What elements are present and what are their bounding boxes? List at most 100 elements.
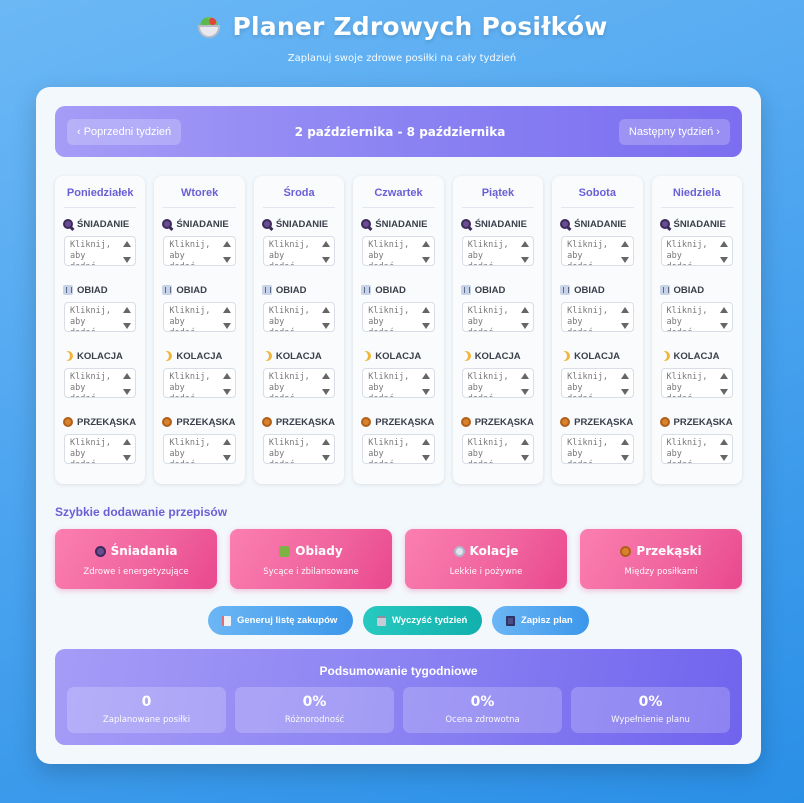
scroll-arrows-icon[interactable]	[421, 373, 430, 395]
day-column: WtorekŚNIADANIEKliknij, aby dodać...OBIA…	[154, 176, 245, 484]
scroll-arrows-icon[interactable]	[322, 307, 331, 329]
stat-label: Wypełnienie planu	[611, 715, 690, 725]
scroll-arrows-icon[interactable]	[719, 373, 728, 395]
meal-header: PRZEKĄSKA	[361, 415, 434, 429]
meal-input[interactable]: Kliknij, aby dodać...	[362, 434, 435, 464]
stat-plan-completion: 0% Wypełnienie planu	[571, 687, 730, 733]
meal-input[interactable]: Kliknij, aby dodać...	[163, 302, 236, 332]
scroll-arrows-icon[interactable]	[421, 307, 430, 329]
page-title: Planer Zdrowych Posiłków	[0, 12, 804, 41]
scroll-arrows-icon[interactable]	[222, 439, 231, 461]
snack-icon	[659, 417, 670, 427]
meal-header: OBIAD	[460, 283, 534, 297]
lunch-icon	[162, 285, 173, 295]
quick-add-dinner-button[interactable]: Kolacje Lekkie i pożywne	[405, 529, 567, 589]
meal-slot-breakfast: ŚNIADANIE Kliknij, aby dodać...	[162, 217, 236, 266]
meal-header: PRZEKĄSKA	[659, 415, 733, 429]
meal-input[interactable]: Kliknij, aby dodać...	[561, 368, 634, 398]
scroll-arrows-icon[interactable]	[521, 439, 530, 461]
week-navigation: ‹ Poprzedni tydzień 2 października - 8 p…	[55, 106, 742, 157]
save-plan-button[interactable]: Zapisz plan	[492, 606, 589, 635]
scroll-arrows-icon[interactable]	[421, 241, 430, 263]
scroll-arrows-icon[interactable]	[620, 373, 629, 395]
lunch-icon	[63, 285, 73, 295]
meal-input[interactable]: Kliknij, aby dodać...	[461, 368, 535, 398]
scroll-arrows-icon[interactable]	[719, 307, 728, 329]
meal-header: ŚNIADANIE	[460, 217, 534, 231]
meal-input[interactable]: Kliknij, aby dodać...	[163, 236, 236, 266]
meal-input[interactable]: Kliknij, aby dodać...	[461, 302, 535, 332]
day-name: Niedziela	[660, 176, 733, 208]
clear-week-button[interactable]: Wyczyść tydzień	[363, 606, 482, 635]
scroll-arrows-icon[interactable]	[322, 373, 331, 395]
lunch-icon	[361, 285, 372, 295]
scroll-arrows-icon[interactable]	[222, 241, 231, 263]
meal-input-placeholder: Kliknij, aby dodać...	[666, 438, 708, 463]
meal-input[interactable]: Kliknij, aby dodać...	[461, 236, 535, 266]
scroll-arrows-icon[interactable]	[421, 439, 430, 461]
meal-input-placeholder: Kliknij, aby dodać...	[567, 372, 609, 397]
meal-input[interactable]: Kliknij, aby dodać...	[163, 368, 236, 398]
meal-label: OBIAD	[375, 284, 406, 296]
scroll-arrows-icon[interactable]	[222, 307, 231, 329]
quick-add-lunch-button[interactable]: Obiady Sycące i zbilansowane	[230, 529, 392, 589]
meal-input[interactable]: Kliknij, aby dodać...	[163, 434, 236, 464]
meal-label: PRZEKĄSKA	[77, 416, 137, 428]
meal-input-placeholder: Kliknij, aby dodać...	[666, 306, 708, 331]
save-plan-label: Zapisz plan	[521, 615, 573, 626]
meal-label: ŚNIADANIE	[574, 218, 627, 230]
meal-input[interactable]: Kliknij, aby dodać...	[660, 368, 733, 398]
meal-input[interactable]: Kliknij, aby dodać...	[362, 368, 435, 398]
meal-input[interactable]: Kliknij, aby dodać...	[561, 434, 634, 464]
meal-input[interactable]: Kliknij, aby dodać...	[262, 434, 336, 464]
scroll-arrows-icon[interactable]	[123, 439, 132, 461]
meal-slot-dinner: KOLACJA Kliknij, aby dodać...	[461, 349, 535, 398]
day-column: ŚrodaŚNIADANIEKliknij, aby dodać...OBIAD…	[253, 176, 345, 484]
scroll-arrows-icon[interactable]	[222, 373, 231, 395]
scroll-arrows-icon[interactable]	[322, 241, 331, 263]
meal-input[interactable]: Kliknij, aby dodać...	[64, 434, 137, 464]
meal-slot-dinner: KOLACJA Kliknij, aby dodać...	[163, 349, 236, 398]
scroll-arrows-icon[interactable]	[123, 373, 132, 395]
prev-week-button[interactable]: ‹ Poprzedni tydzień	[67, 118, 182, 145]
meal-input[interactable]: Kliknij, aby dodać...	[64, 236, 137, 266]
meal-input[interactable]: Kliknij, aby dodać...	[262, 236, 336, 266]
meal-header: PRZEKĄSKA	[63, 415, 136, 429]
scroll-arrows-icon[interactable]	[123, 307, 132, 329]
meal-input[interactable]: Kliknij, aby dodać...	[64, 368, 137, 398]
scroll-arrows-icon[interactable]	[620, 307, 629, 329]
meal-input[interactable]: Kliknij, aby dodać...	[660, 434, 733, 464]
meal-input[interactable]: Kliknij, aby dodać...	[362, 236, 435, 266]
scroll-arrows-icon[interactable]	[521, 373, 530, 395]
meal-input[interactable]: Kliknij, aby dodać...	[660, 236, 733, 266]
scroll-arrows-icon[interactable]	[620, 241, 629, 263]
meal-input[interactable]: Kliknij, aby dodać...	[461, 434, 535, 464]
quick-add-label: Przekąski	[636, 544, 702, 558]
meal-input[interactable]: Kliknij, aby dodać...	[561, 236, 634, 266]
meal-input[interactable]: Kliknij, aby dodać...	[660, 302, 733, 332]
meal-input[interactable]: Kliknij, aby dodać...	[561, 302, 634, 332]
meal-input[interactable]: Kliknij, aby dodać...	[262, 302, 336, 332]
stat-variety: 0% Różnorodność	[235, 687, 394, 733]
quick-add-breakfast-button[interactable]: Śniadania Zdrowe i energetyzujące	[55, 529, 217, 589]
scroll-arrows-icon[interactable]	[719, 439, 728, 461]
meal-input[interactable]: Kliknij, aby dodać...	[64, 302, 137, 332]
scroll-arrows-icon[interactable]	[620, 439, 629, 461]
scroll-arrows-icon[interactable]	[123, 241, 132, 263]
scroll-arrows-icon[interactable]	[521, 241, 530, 263]
meal-input-placeholder: Kliknij, aby dodać...	[567, 438, 609, 463]
meal-label: PRZEKĄSKA	[673, 416, 733, 428]
meal-input[interactable]: Kliknij, aby dodać...	[262, 368, 336, 398]
next-week-button[interactable]: Następny tydzień ›	[618, 118, 730, 145]
quick-add-sub: Zdrowe i energetyzujące	[83, 567, 189, 577]
meal-input[interactable]: Kliknij, aby dodać...	[362, 302, 435, 332]
salad-bowl-icon	[196, 14, 222, 40]
generate-shopping-list-button[interactable]: Generuj listę zakupów	[208, 606, 353, 635]
meal-label: ŚNIADANIE	[275, 218, 329, 230]
meal-header: OBIAD	[659, 283, 733, 297]
quick-add-snack-button[interactable]: Przekąski Między posiłkami	[580, 529, 742, 589]
scroll-arrows-icon[interactable]	[719, 241, 728, 263]
meal-slot-dinner: KOLACJA Kliknij, aby dodać...	[262, 349, 336, 398]
scroll-arrows-icon[interactable]	[521, 307, 530, 329]
scroll-arrows-icon[interactable]	[322, 439, 331, 461]
